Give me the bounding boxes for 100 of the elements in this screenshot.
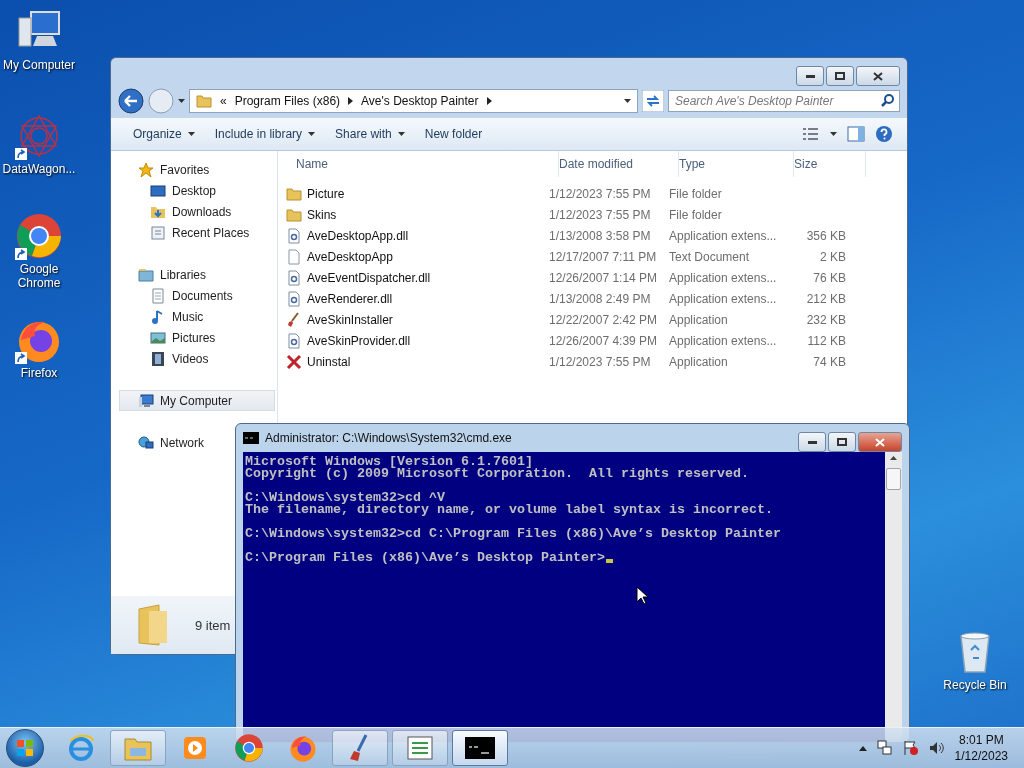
maximize-icon xyxy=(835,72,845,80)
console-line: The filename, directory name, or volume label syntax is incorrect. xyxy=(245,504,773,516)
address-dropdown-icon xyxy=(624,99,631,103)
minimize-button[interactable] xyxy=(798,432,826,452)
nav-item[interactable]: Recent Places xyxy=(119,222,257,243)
desktop-icon-label[interactable]: Recycle Bin xyxy=(943,678,1007,692)
nav-item[interactable]: Documents xyxy=(119,285,240,306)
star-icon xyxy=(138,161,154,178)
desktop-icon-label[interactable]: Google Chrome xyxy=(0,262,78,290)
console-line: Copyright (c) 2009 Microsoft Corporation. All rights reserved. xyxy=(245,468,749,480)
desktop-icon-label[interactable]: DataWagon... xyxy=(2,162,76,176)
nav-item[interactable]: Favorites xyxy=(119,159,217,180)
nav-item[interactable]: Desktop xyxy=(119,180,224,201)
clock-time[interactable]: 8:01 PM xyxy=(958,732,1004,748)
nav-item[interactable]: Network xyxy=(119,432,211,453)
nav-item[interactable]: Libraries xyxy=(119,264,214,285)
nav-item[interactable]: Videos xyxy=(119,348,216,369)
gear-file-icon xyxy=(286,227,302,244)
file-name-cell[interactable]: Skins xyxy=(286,206,549,223)
column-header[interactable]: Size xyxy=(794,151,866,177)
file-name-cell[interactable]: AveSkinInstaller xyxy=(286,311,549,328)
date-cell-text: 1/12/2023 7:55 PM xyxy=(549,207,652,222)
history-caret-icon xyxy=(178,99,185,103)
maximize-button[interactable] xyxy=(826,66,854,86)
desktop-icon xyxy=(150,182,166,199)
flag-icon xyxy=(902,740,919,756)
scroll-thumb[interactable] xyxy=(886,468,901,490)
view-caret-icon xyxy=(830,132,837,136)
start-button[interactable] xyxy=(6,729,44,767)
file-name-cell[interactable]: AveEventDispatcher.dll xyxy=(286,269,549,286)
date-cell-text: 1/12/2023 7:55 PM xyxy=(549,354,652,369)
scroll-up-icon xyxy=(890,456,897,460)
type-cell-text: Application extens... xyxy=(669,333,778,348)
desktop-icon-label[interactable]: My Computer xyxy=(3,58,75,72)
caret-icon xyxy=(308,132,316,136)
type-cell-text: Text Document xyxy=(669,249,751,264)
taskbar-button[interactable] xyxy=(452,730,508,766)
column-header[interactable]: Type xyxy=(679,151,794,177)
nav-item[interactable]: Music xyxy=(119,306,211,327)
file-name-cell[interactable]: Picture xyxy=(286,185,549,202)
nav-label: Network xyxy=(160,435,204,450)
date-cell-text: 1/12/2023 7:55 PM xyxy=(549,186,652,201)
breadcrumb-overflow[interactable]: « xyxy=(220,94,227,108)
chevron-right-icon xyxy=(348,97,354,105)
chrome-icon xyxy=(15,212,63,260)
uninstall-icon xyxy=(286,353,302,370)
folder-icon xyxy=(286,206,302,223)
size-cell-text: 212 KB xyxy=(805,291,847,306)
nav-item[interactable]: My Computer xyxy=(119,390,275,411)
paintbrush-icon xyxy=(286,311,302,328)
file-name-cell[interactable]: AveDesktopApp xyxy=(286,248,549,265)
file-name-cell[interactable]: Uninstal xyxy=(286,353,549,370)
search-icon xyxy=(881,94,894,107)
chevron-right-icon xyxy=(486,97,492,105)
console-line: C:\Windows\system32>cd ^V xyxy=(245,492,445,504)
nav-label: Downloads xyxy=(172,204,232,219)
type-cell-text: Application xyxy=(669,354,729,369)
column-header[interactable]: Name xyxy=(296,151,559,177)
document-icon xyxy=(150,287,166,304)
breadcrumb[interactable]: Ave's Desktop Painter xyxy=(361,94,479,108)
nav-label: Recent Places xyxy=(172,225,250,240)
nav-item[interactable]: Pictures xyxy=(119,327,223,348)
nav-label: Pictures xyxy=(172,330,216,345)
clock-date[interactable]: 1/12/2023 xyxy=(954,748,1008,764)
address-bar[interactable]: « Program Files (x86) Ave's Desktop Painter xyxy=(189,89,638,113)
type-cell-text: File folder xyxy=(669,186,723,201)
speaker-icon xyxy=(928,740,945,756)
date-cell-text: 12/26/2007 1:14 PM xyxy=(549,270,659,285)
console-line: C:\Windows\system32>cd C:\Program Files (x86)\Ave’s Desktop Painter xyxy=(245,528,781,540)
close-button[interactable] xyxy=(856,66,900,86)
type-cell-text: Application extens... xyxy=(669,228,778,243)
maximize-button[interactable] xyxy=(828,432,856,452)
minimize-button[interactable] xyxy=(796,66,824,86)
window-title: Administrator: C:\Windows\System32\cmd.exe xyxy=(265,431,512,445)
gear-file-icon xyxy=(286,332,302,349)
date-cell-text: 12/22/2007 2:42 PM xyxy=(549,312,659,327)
search-field[interactable]: Search Ave's Desktop Painter xyxy=(668,90,900,112)
date-cell-text: 12/17/2007 7:11 PM xyxy=(549,249,658,264)
date-cell-text: 12/26/2007 4:39 PM xyxy=(549,333,659,348)
file-name-cell[interactable]: AveSkinProvider.dll xyxy=(286,332,549,349)
toolbar-button[interactable]: Organize xyxy=(125,123,203,145)
item-count: 9 item xyxy=(195,617,231,633)
file-name-cell[interactable]: AveRenderer.dll xyxy=(286,290,549,307)
toolbar-button[interactable]: Include in library xyxy=(206,123,324,145)
nav-item[interactable]: Downloads xyxy=(119,201,239,222)
folder-icon xyxy=(286,185,302,202)
close-button[interactable] xyxy=(858,432,902,452)
breadcrumb[interactable]: Program Files (x86) xyxy=(234,94,341,108)
toolbar-button[interactable]: Share with xyxy=(327,123,413,145)
column-header[interactable]: Date modified xyxy=(559,151,679,177)
minimize-icon xyxy=(807,440,817,444)
maximize-icon xyxy=(837,438,847,446)
toolbar-button[interactable]: New folder xyxy=(416,123,491,145)
file-name-cell[interactable]: AveDesktopApp.dll xyxy=(286,227,549,244)
caret-icon xyxy=(397,132,405,136)
play-button-icon xyxy=(181,734,209,762)
network-icon xyxy=(876,740,893,756)
console-line: C:\Program Files (x86)\Ave’s Desktop Painter> xyxy=(245,552,605,564)
refresh-arrows-icon xyxy=(642,90,664,112)
desktop-icon-label[interactable]: Firefox xyxy=(20,366,58,380)
